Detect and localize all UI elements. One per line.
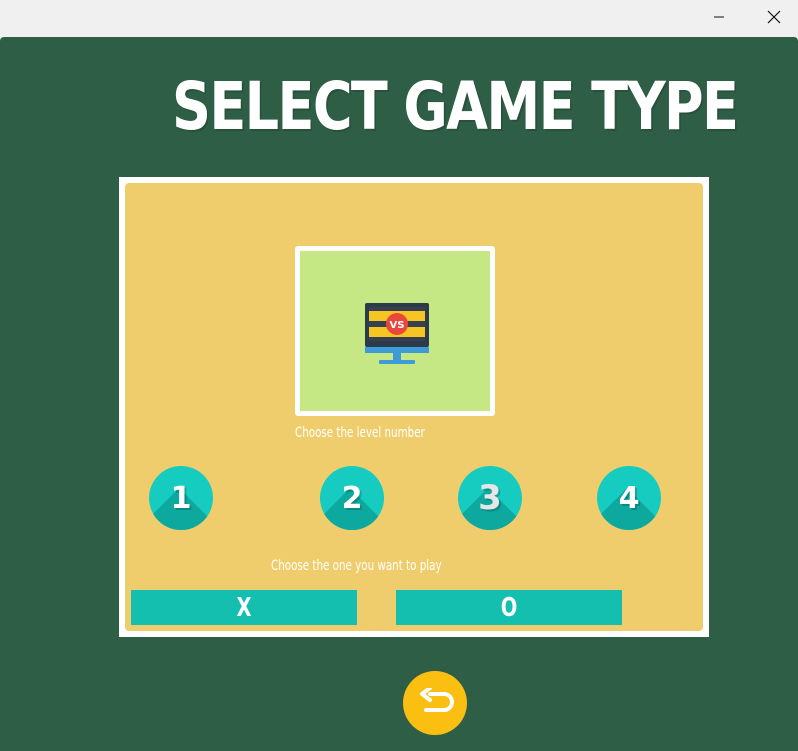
level-1-button[interactable]: 1 — [149, 466, 213, 530]
game-preview-card[interactable]: VS — [295, 246, 495, 416]
vs-monitor-icon: VS — [365, 303, 429, 364]
level-2-label: 2 — [341, 480, 363, 516]
window-titlebar — [0, 0, 798, 37]
game-type-screen: SELECT GAME TYPE VS Choose the level num… — [0, 37, 798, 751]
play-as-o-label: O — [500, 592, 518, 623]
play-as-o-button[interactable]: O — [396, 590, 622, 625]
selection-frame: VS Choose the level number 1 2 3 4 Choos… — [119, 177, 709, 637]
minimize-icon — [714, 16, 724, 18]
level-3-label: 3 — [478, 478, 502, 518]
play-as-x-label: X — [236, 592, 252, 623]
close-button[interactable] — [751, 0, 797, 34]
back-arrow-icon — [420, 688, 454, 712]
level-4-label: 4 — [618, 480, 640, 516]
level-prompt: Choose the level number — [295, 425, 425, 441]
back-button[interactable] — [403, 671, 467, 735]
page-title: SELECT GAME TYPE — [172, 68, 739, 145]
level-3-button[interactable]: 3 — [458, 466, 522, 530]
level-4-button[interactable]: 4 — [597, 466, 661, 530]
close-icon — [767, 10, 781, 24]
minimize-button[interactable] — [696, 0, 742, 34]
level-1-label: 1 — [170, 480, 192, 516]
selection-panel: VS Choose the level number 1 2 3 4 Choos… — [125, 183, 703, 631]
level-2-button[interactable]: 2 — [320, 466, 384, 530]
player-prompt: Choose the one you want to play — [271, 558, 442, 574]
vs-badge: VS — [390, 320, 405, 331]
play-as-x-button[interactable]: X — [131, 590, 357, 625]
